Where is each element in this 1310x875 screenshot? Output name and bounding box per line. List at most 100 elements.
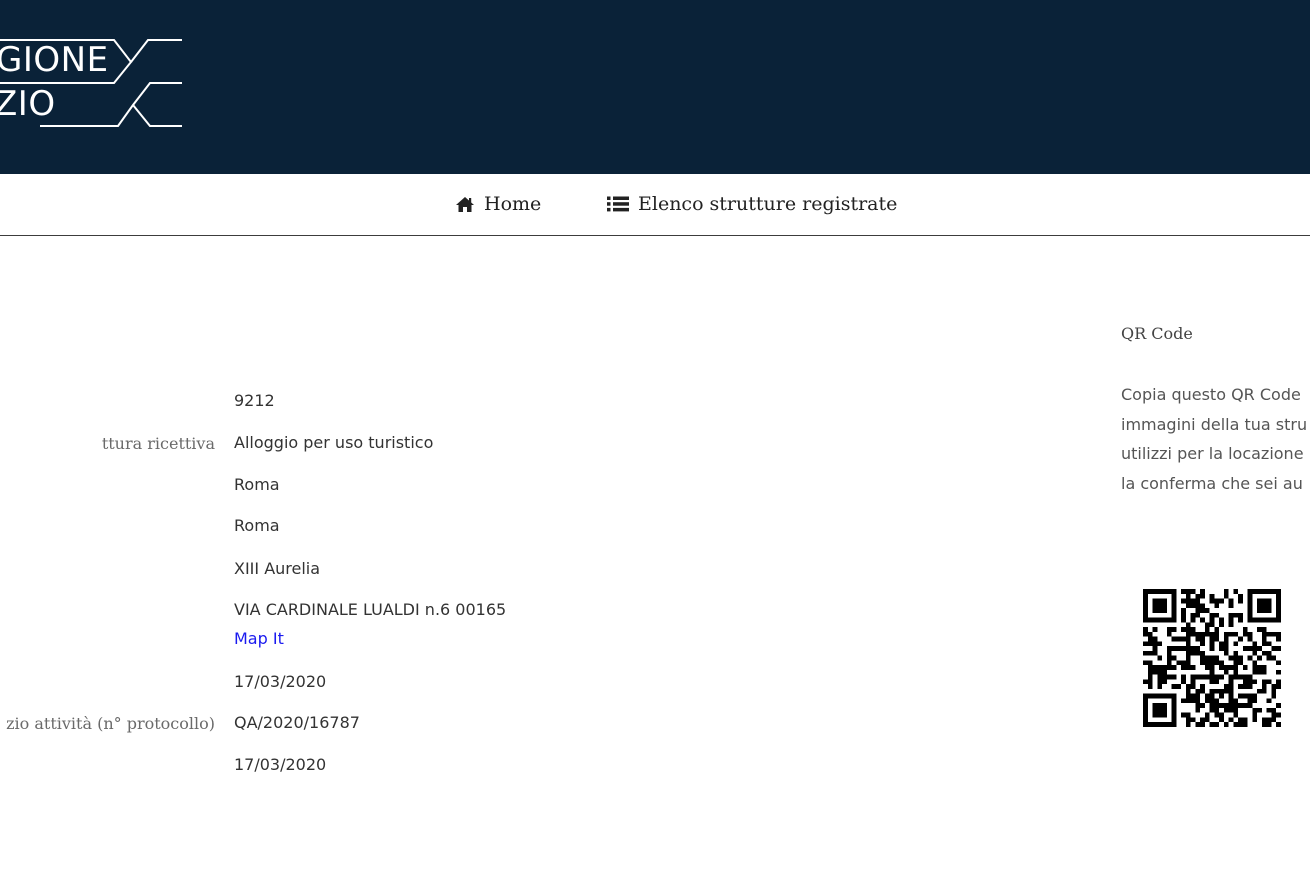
qr-module [1147, 617, 1153, 623]
qr-module [1228, 693, 1234, 699]
qr-module [1190, 679, 1196, 685]
qr-module [1181, 598, 1186, 604]
qr-module [1242, 717, 1248, 723]
qr-module [1157, 684, 1163, 689]
qr-module [1171, 593, 1177, 599]
qr-module [1204, 698, 1210, 704]
qr-description-line: utilizzi per la locazione [1121, 444, 1304, 463]
qr-module [1261, 608, 1267, 613]
qr-module [1261, 684, 1267, 689]
qr-module [1185, 641, 1191, 647]
qr-module [1214, 655, 1220, 661]
qr-module [1157, 674, 1163, 680]
qr-module [1200, 603, 1205, 609]
qr-module [1185, 646, 1191, 651]
qr-module [1271, 712, 1277, 718]
detail-row: 17/03/2020 [0, 671, 1080, 695]
qr-module [1266, 679, 1272, 685]
qr-module [1228, 655, 1234, 661]
qr-module [1195, 636, 1201, 642]
qr-module [1190, 617, 1196, 623]
qr-module [1185, 631, 1191, 637]
qr-module [1152, 665, 1158, 670]
qr-module [1233, 641, 1239, 647]
qr-module [1242, 693, 1248, 699]
qr-module [1166, 627, 1172, 632]
qr-module [1181, 627, 1186, 632]
qr-module [1209, 646, 1215, 651]
qr-module [1276, 603, 1281, 609]
nav-home-link[interactable]: Home [455, 193, 541, 215]
qr-module [1166, 655, 1172, 661]
qr-module [1166, 722, 1172, 727]
qr-module [1238, 684, 1243, 689]
qr-module [1209, 722, 1215, 727]
qr-module [1238, 655, 1243, 661]
qr-module [1185, 698, 1191, 704]
qr-module [1209, 688, 1215, 694]
qr-module [1228, 688, 1234, 694]
qr-module [1190, 646, 1196, 651]
qr-module [1166, 693, 1172, 699]
qr-module [1219, 622, 1224, 628]
qr-module [1204, 655, 1210, 661]
qr-module [1190, 603, 1196, 609]
qr-module [1185, 593, 1191, 599]
qr-module [1276, 722, 1281, 727]
qr-module [1219, 717, 1224, 723]
qr-module [1200, 641, 1205, 647]
map-it-link[interactable]: Map It [234, 628, 284, 650]
nav-registered-structures-link[interactable]: Elenco strutture registrate [607, 193, 897, 215]
qr-module [1152, 703, 1158, 708]
qr-module [1166, 617, 1172, 623]
qr-module [1143, 631, 1148, 637]
qr-module [1166, 631, 1172, 637]
qr-module [1171, 655, 1177, 661]
qr-module [1204, 665, 1210, 670]
home-icon [456, 196, 474, 212]
qr-module [1233, 631, 1239, 637]
qr-module [1257, 598, 1262, 604]
qr-module [1247, 679, 1253, 685]
qr-module [1261, 603, 1267, 609]
qr-module [1219, 688, 1224, 694]
qr-module [1166, 650, 1172, 656]
qr-module [1190, 717, 1196, 723]
qr-code-image[interactable] [1143, 589, 1281, 727]
qr-module [1252, 669, 1258, 675]
qr-module [1143, 707, 1148, 713]
qr-module [1261, 641, 1267, 647]
qr-module [1276, 608, 1281, 613]
qr-module [1181, 646, 1186, 651]
qr-module [1143, 641, 1148, 647]
qr-module [1152, 650, 1158, 656]
qr-module [1228, 674, 1234, 680]
qr-module [1223, 589, 1229, 594]
detail-label-container [0, 558, 215, 582]
qr-description-line: immagini della tua stru [1121, 414, 1308, 434]
qr-module [1219, 712, 1224, 718]
qr-module [1143, 617, 1148, 623]
qr-module [1200, 660, 1205, 666]
qr-module [1214, 703, 1220, 708]
detail-row: Roma [0, 474, 1080, 498]
qr-module [1152, 603, 1158, 609]
qr-module [1171, 612, 1177, 618]
qr-module [1152, 598, 1158, 604]
qr-module [1185, 598, 1191, 604]
qr-module [1242, 646, 1248, 651]
qr-module [1209, 693, 1215, 699]
qr-module [1152, 608, 1158, 613]
qr-module [1223, 665, 1229, 670]
qr-module [1162, 707, 1167, 713]
qr-module [1143, 589, 1148, 594]
qr-code-description: Copia questo QR Code immagini della tua … [1121, 380, 1310, 498]
qr-module [1214, 660, 1220, 666]
qr-module [1152, 636, 1158, 642]
detail-value-type: Alloggio per uso turistico [234, 433, 434, 452]
qr-module [1247, 646, 1253, 651]
qr-module [1143, 608, 1148, 613]
qr-module [1185, 627, 1191, 632]
qr-module [1181, 660, 1186, 666]
qr-module [1195, 674, 1201, 680]
